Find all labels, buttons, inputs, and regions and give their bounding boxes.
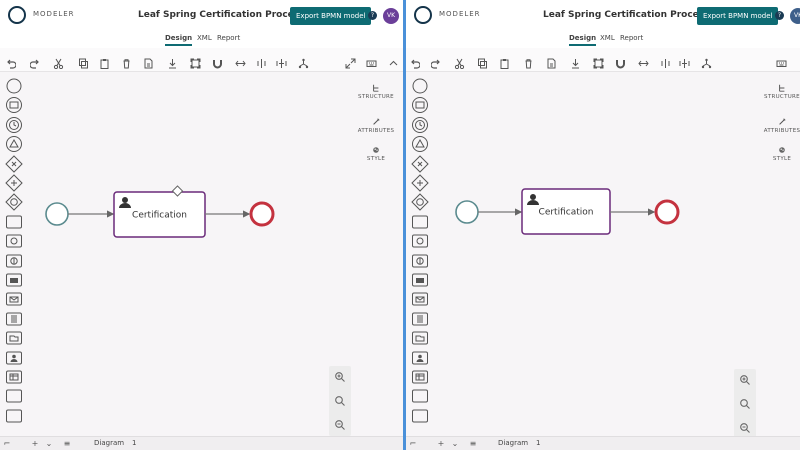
zoom-reset-icon[interactable] <box>739 398 751 410</box>
zoom-in-icon[interactable] <box>739 374 751 386</box>
keyboard-icon[interactable] <box>366 54 377 67</box>
help-icon[interactable]: ? <box>368 11 377 20</box>
structure-icon <box>779 84 785 92</box>
end-event[interactable] <box>249 201 275 227</box>
zoom-out-icon[interactable] <box>739 422 751 434</box>
user-task-icon[interactable] <box>411 349 429 367</box>
manual-task-icon[interactable] <box>411 387 429 405</box>
script-task-icon[interactable] <box>411 310 429 328</box>
page-number: 1 <box>132 439 137 447</box>
task-label: Certification <box>132 211 187 221</box>
attributes-panel-button[interactable]: ATTRIBUTES <box>762 118 800 134</box>
user-avatar[interactable]: VK <box>790 8 800 24</box>
attributes-label: ATTRIBUTES <box>357 128 395 134</box>
style-label: STYLE <box>772 156 792 162</box>
user-task-icon[interactable] <box>5 349 23 367</box>
structure-label: STRUCTURE <box>764 94 800 100</box>
zoom-controls <box>329 366 351 436</box>
help-icon[interactable]: ? <box>775 11 784 20</box>
business-rule-icon[interactable] <box>411 368 429 386</box>
diagram-tab[interactable]: Diagram <box>94 439 124 447</box>
structure-icon <box>373 84 379 92</box>
data-object-icon[interactable] <box>5 329 23 347</box>
task-label: Certification <box>539 208 594 218</box>
user-task-person-icon <box>530 194 536 200</box>
end-event[interactable] <box>654 199 680 225</box>
zoom-reset-icon[interactable] <box>334 395 346 407</box>
attributes-icon <box>779 118 786 125</box>
attributes-icon <box>373 118 380 125</box>
bottom-bar: ⌐ + ⌄ ≡ Diagram 1 <box>0 436 403 450</box>
zoom-controls <box>734 369 756 439</box>
collapse-icon[interactable] <box>388 54 399 66</box>
page-number: 1 <box>536 439 541 447</box>
zoom-out-icon[interactable] <box>334 419 346 431</box>
start-event[interactable] <box>455 200 479 224</box>
collapse-icon[interactable]: ⌐ <box>408 439 418 449</box>
list-icon[interactable]: ≡ <box>62 439 72 449</box>
split-divider[interactable] <box>403 0 406 450</box>
left-modeler-pane: MODELER Leaf Spring Certification Proces… <box>0 0 403 450</box>
collapse-icon[interactable]: ⌐ <box>2 439 12 449</box>
start-event[interactable] <box>45 202 69 226</box>
manual-task-icon[interactable] <box>5 387 23 405</box>
structure-panel-button[interactable]: STRUCTURE <box>356 84 396 100</box>
bpmn-diagram: Certification <box>45 185 275 238</box>
bpmn-diagram: Certification <box>455 188 680 235</box>
style-panel-button[interactable]: STYLE <box>762 146 800 162</box>
zoom-in-icon[interactable] <box>334 371 346 383</box>
service-task-icon[interactable] <box>411 407 429 425</box>
diagram-menu-icon[interactable]: ⌄ <box>44 439 54 449</box>
user-task-person-icon <box>122 197 128 203</box>
business-rule-icon[interactable] <box>5 368 23 386</box>
keyboard-icon[interactable] <box>776 54 787 67</box>
data-object-icon[interactable] <box>411 329 429 347</box>
style-label: STYLE <box>366 156 386 162</box>
list-icon[interactable]: ≡ <box>468 439 478 449</box>
style-icon <box>373 147 379 153</box>
user-avatar[interactable]: VK <box>383 8 399 24</box>
service-task-icon[interactable] <box>5 407 23 425</box>
script-task-icon[interactable] <box>5 310 23 328</box>
right-modeler-pane: MODELER Leaf Spring Certification Proces… <box>406 0 800 450</box>
diagram-tab[interactable]: Diagram <box>498 439 528 447</box>
split-screen-stage: MODELER Leaf Spring Certification Proces… <box>0 0 800 450</box>
attributes-panel-button[interactable]: ATTRIBUTES <box>356 118 396 134</box>
expand-icon[interactable] <box>345 54 356 69</box>
bottom-bar: ⌐ + ⌄ ≡ Diagram 1 <box>406 436 800 450</box>
structure-panel-button[interactable]: STRUCTURE <box>762 84 800 100</box>
attributes-label: ATTRIBUTES <box>763 128 800 134</box>
add-diagram-icon[interactable]: + <box>30 439 40 449</box>
structure-label: STRUCTURE <box>358 94 394 100</box>
style-panel-button[interactable]: STYLE <box>356 146 396 162</box>
add-diagram-icon[interactable]: + <box>436 439 446 449</box>
diagram-menu-icon[interactable]: ⌄ <box>450 439 460 449</box>
style-icon <box>779 147 785 153</box>
